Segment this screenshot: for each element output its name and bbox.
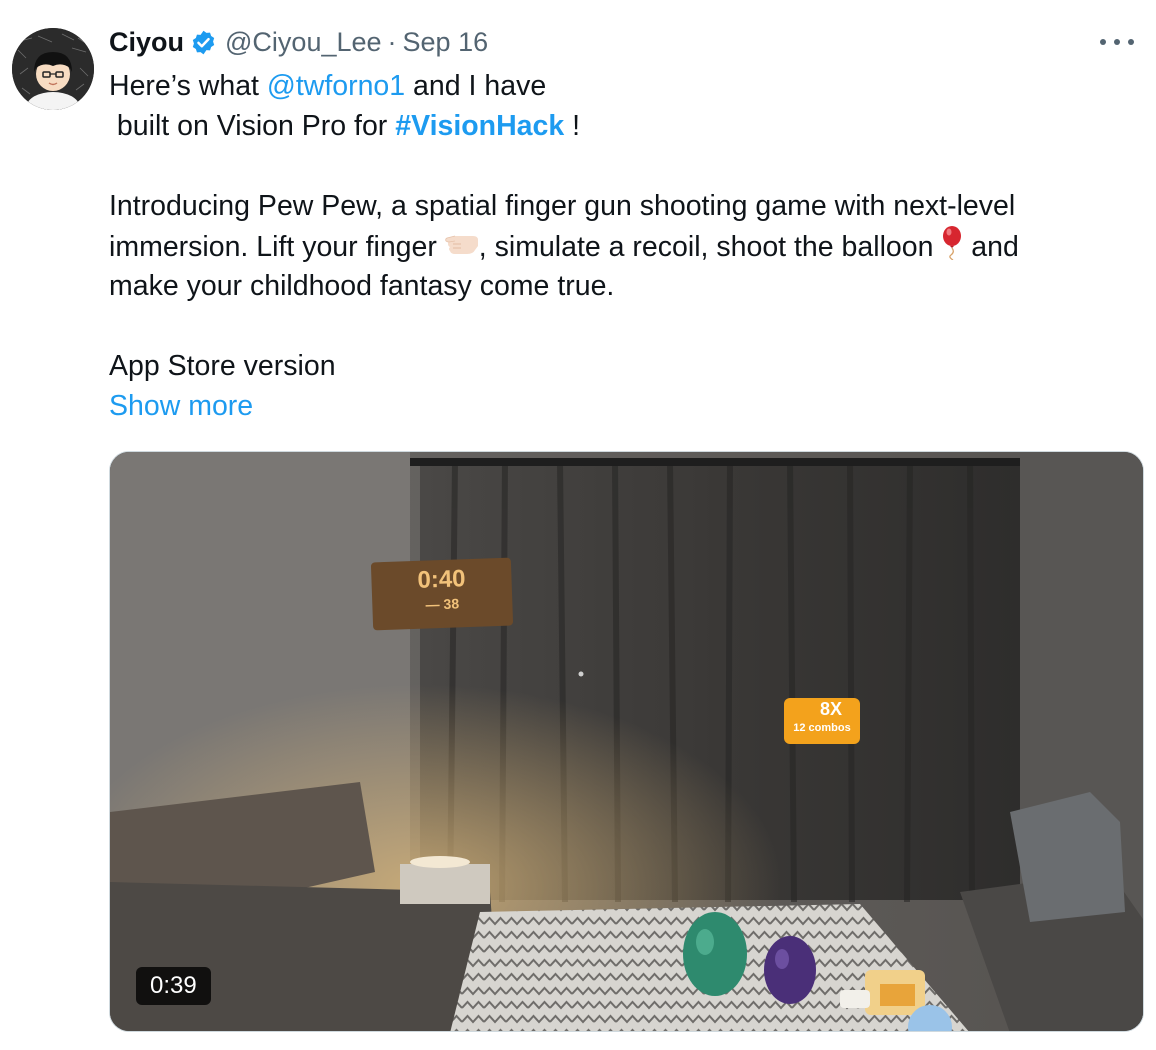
tweet: Ciyou @Ciyou_Lee · Sep 16 Here’s what @t… xyxy=(0,0,1156,1050)
hud-combo-count: 12 combos xyxy=(793,722,851,734)
show-more-link[interactable]: Show more xyxy=(109,390,253,422)
text-segment: immersion. Lift your finger xyxy=(109,231,445,264)
tweet-date[interactable]: Sep 16 xyxy=(403,27,489,58)
text-line: immersion. Lift your finger , simulate a… xyxy=(109,226,1129,266)
text-segment: built on Vision Pro for xyxy=(109,110,396,142)
text-segment: and I have xyxy=(405,70,547,102)
text-segment: ! xyxy=(564,110,581,142)
backhand-index-pointing-left-emoji xyxy=(445,229,479,269)
balloon-emoji xyxy=(941,226,963,271)
text-line: Here’s what @twforno1 and I have xyxy=(109,66,1129,106)
display-name[interactable]: Ciyou xyxy=(109,27,184,58)
mention-link[interactable]: @twforno1 xyxy=(267,70,405,102)
avatar-image xyxy=(12,28,94,110)
text-segment: Here’s what xyxy=(109,70,267,102)
video-duration-badge: 0:39 xyxy=(136,967,211,1005)
hud-timer-panel: 0:40 — 38 xyxy=(370,557,514,631)
text-line: App Store version xyxy=(109,350,336,382)
more-options-icon[interactable] xyxy=(1100,30,1134,54)
separator-dot: · xyxy=(387,26,397,57)
video-player[interactable]: 0:40 — 38 8X 12 combos 0:39 xyxy=(109,451,1144,1032)
text-segment: , simulate a recoil, shoot the balloon xyxy=(478,231,942,264)
user-handle[interactable]: @Ciyou_Lee xyxy=(225,27,382,58)
hud-combo-multiplier: 8X xyxy=(819,699,843,719)
hud-combo-badge: 8X 12 combos xyxy=(784,698,860,744)
avatar[interactable] xyxy=(12,28,94,110)
text-line: make your childhood fantasy come true. xyxy=(109,270,615,302)
show-more-line: Show more xyxy=(109,386,1129,426)
hashtag-link[interactable]: #VisionHack xyxy=(395,110,564,142)
text-segment: and xyxy=(963,231,1019,264)
video-frame xyxy=(110,452,1143,1031)
tweet-header: Ciyou @Ciyou_Lee · Sep 16 xyxy=(109,22,488,62)
text-line: built on Vision Pro for #VisionHack ! xyxy=(109,106,1129,146)
text-line: Introducing Pew Pew, a spatial finger gu… xyxy=(109,190,1016,222)
hud-timer-sub: — 38 xyxy=(425,595,460,613)
tweet-text: Here’s what @twforno1 and I have built o… xyxy=(109,66,1129,426)
hud-timer-value: 0:40 xyxy=(417,565,466,594)
verified-badge-icon xyxy=(190,29,217,56)
